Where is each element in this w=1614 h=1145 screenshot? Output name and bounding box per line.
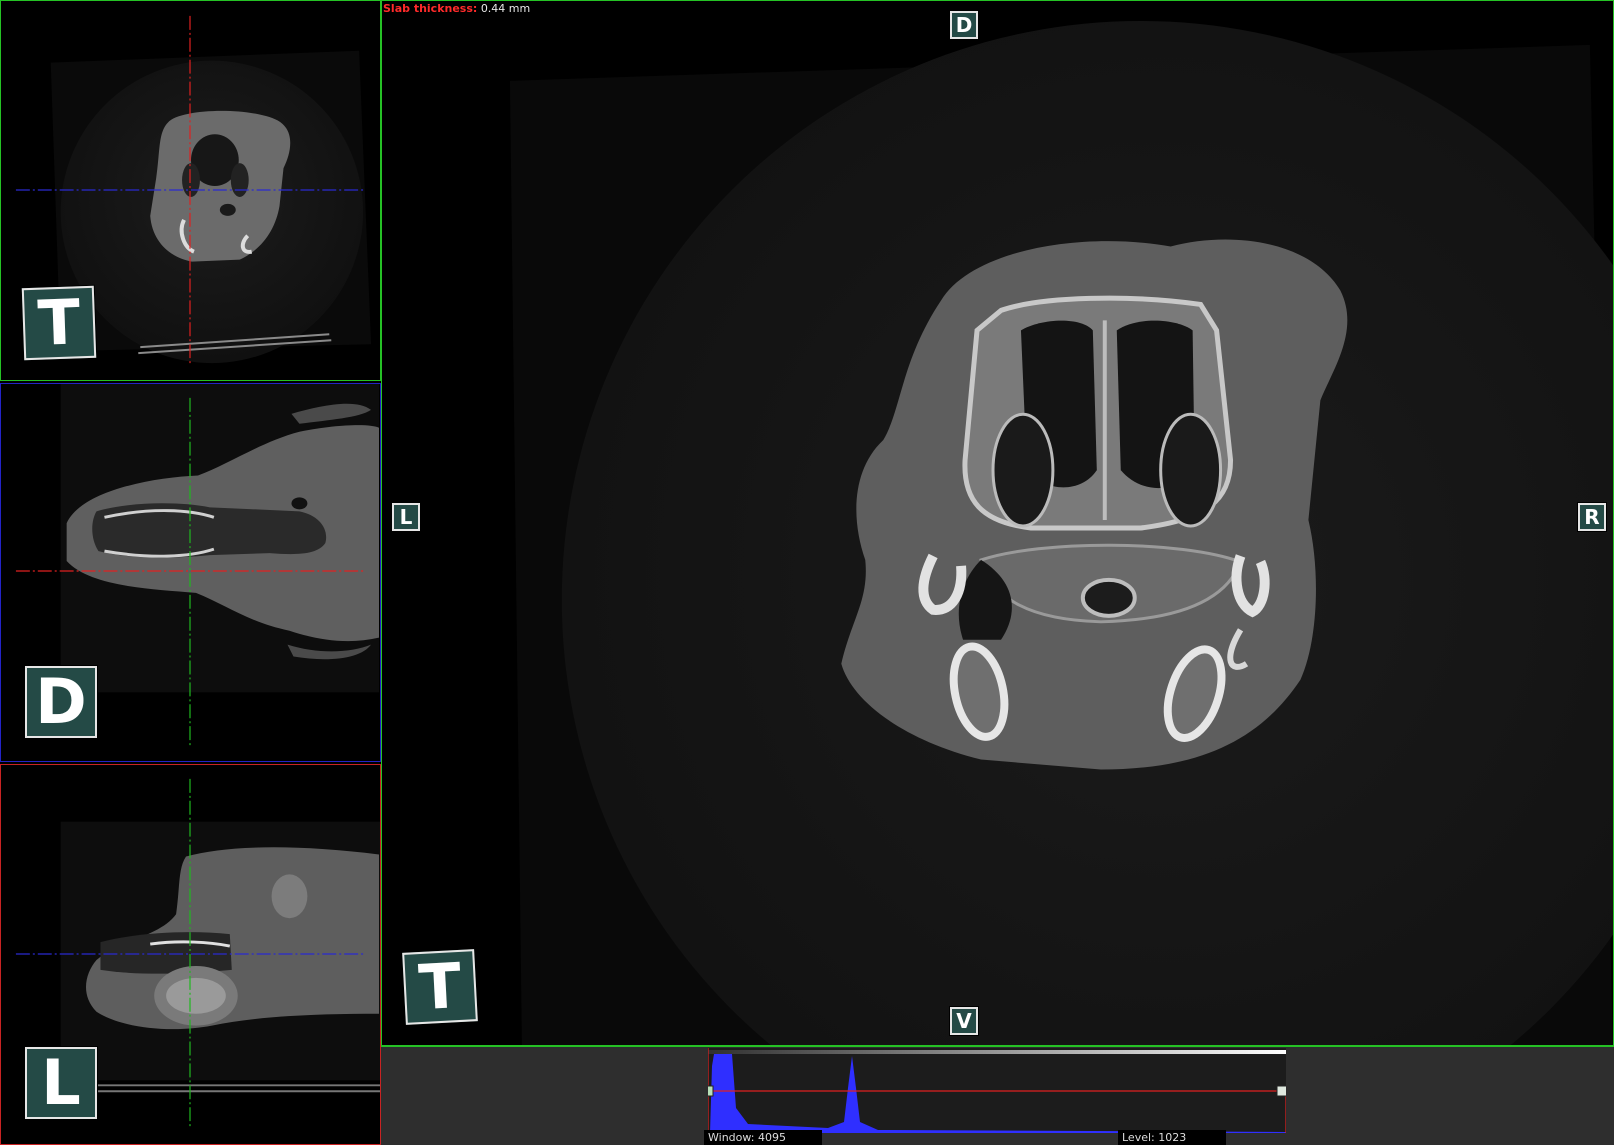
- orientation-bottom-marker: V: [950, 1007, 978, 1035]
- window-value: 4095: [757, 1131, 786, 1144]
- slab-thickness-value: 0.44 mm: [480, 2, 531, 15]
- lateral-orientation-marker: L: [25, 1047, 97, 1119]
- orientation-left-marker: L: [392, 503, 420, 531]
- window-right-handle[interactable]: [1276, 1085, 1286, 1097]
- main-axial-viewport[interactable]: D V L R T: [381, 0, 1614, 1046]
- window-label: Window:: [708, 1131, 755, 1144]
- grayscale-ramp: [708, 1050, 1286, 1054]
- level-value: 1023: [1158, 1131, 1187, 1144]
- orientation-top-marker: D: [950, 11, 978, 39]
- window-readout: Window: 4095: [704, 1130, 822, 1145]
- intensity-histogram[interactable]: [708, 1048, 1286, 1133]
- level-readout: Level: 1023: [1118, 1130, 1226, 1145]
- axial-orientation-marker: T: [21, 285, 97, 361]
- main-axial-image: [509, 21, 1613, 1045]
- level-label: Level:: [1122, 1131, 1155, 1144]
- dorsal-thumbnail-viewport[interactable]: D: [0, 383, 381, 762]
- dorsal-orientation-marker: D: [25, 666, 97, 738]
- window-left-handle[interactable]: [708, 1085, 714, 1097]
- axial-thumbnail-viewport[interactable]: T: [0, 0, 381, 381]
- slab-thickness-readout: Slab thickness: 0.44 mm: [383, 2, 530, 15]
- lateral-thumbnail-viewport[interactable]: L: [0, 764, 381, 1145]
- orientation-right-marker: R: [1578, 503, 1606, 531]
- slab-thickness-label: Slab thickness:: [383, 2, 478, 15]
- main-orientation-cube-marker: T: [402, 949, 478, 1025]
